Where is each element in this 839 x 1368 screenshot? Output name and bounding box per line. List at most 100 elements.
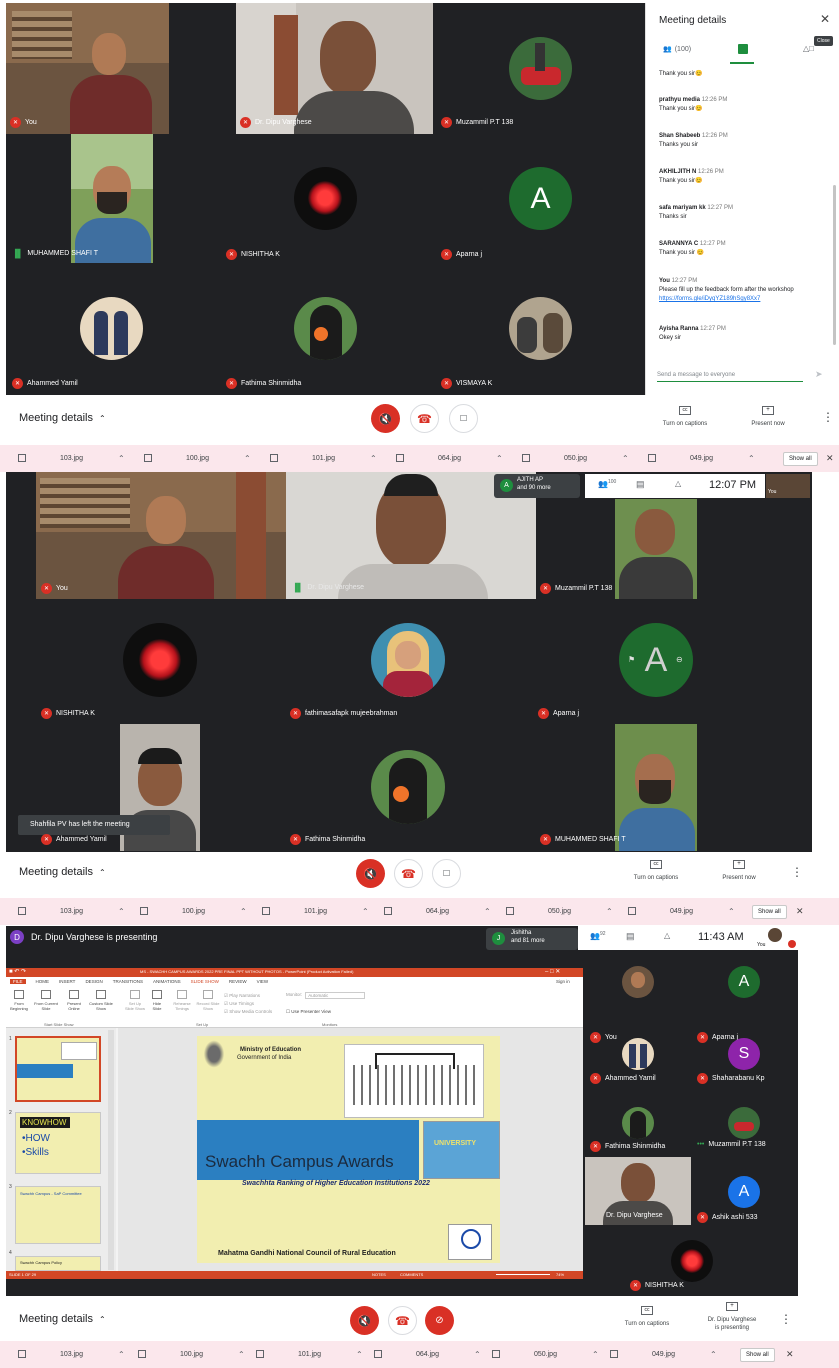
ppt-quick-access[interactable]: ■ ↶ ↷ [9,968,26,975]
chevron-up-icon[interactable]: ⌃ [484,907,491,916]
chevron-up-icon[interactable]: ⌃ [710,1350,717,1359]
people-tab[interactable]: 👥 (100) [663,45,691,54]
meeting-details-button[interactable]: Meeting details ⌃ [19,866,106,878]
mic-toggle-button[interactable]: 🔇 [356,859,385,888]
download-item[interactable]: 064.jpg ⌃ [384,907,496,916]
thumb-scrollbar[interactable] [108,1030,114,1270]
download-item[interactable]: 101.jpg ⌃ [256,1350,364,1359]
ppt-tab-animations[interactable]: ANIMATIONS [153,979,181,984]
download-item[interactable]: 049.jpg ⌃ [648,454,756,463]
chevron-up-icon[interactable]: ⌃ [362,907,369,916]
chat-tab[interactable] [738,44,748,54]
download-item[interactable]: 049.jpg ⌃ [628,907,740,916]
ppt-notes-button[interactable]: NOTES [372,1272,386,1277]
chevron-up-icon[interactable]: ⌃ [496,454,503,463]
chevron-up-icon[interactable]: ⌃ [238,1350,245,1359]
meeting-details-button[interactable]: Meeting details ⌃ [19,1313,106,1325]
ppt-comments-button[interactable]: COMMENTS [400,1272,423,1277]
chevron-up-icon[interactable]: ⌃ [370,454,377,463]
download-item[interactable]: 100.jpg ⌃ [140,907,252,916]
ribbon-rehearse[interactable]: Rehearse Timings [170,990,194,1011]
camera-toggle-button[interactable]: □ [432,859,461,888]
video-tile-you[interactable] [6,3,169,134]
ppt-window-controls[interactable]: – □ ✕ [545,968,560,975]
download-item[interactable]: 049.jpg ⌃ [610,1350,718,1359]
use-timings-checkbox[interactable]: ☑ Use Timings [224,1000,272,1008]
chevron-up-icon[interactable]: ⌃ [474,1350,481,1359]
chevron-up-icon[interactable]: ⌃ [356,1350,363,1359]
video-tile-shafi[interactable] [71,134,153,263]
people-button[interactable]: 👥100 [598,479,616,489]
video-tile-muzammil[interactable] [615,499,697,599]
chevron-up-icon[interactable]: ⌃ [118,1350,125,1359]
slide-thumbnail-3[interactable]: Swachh Campus - SaP Committee [15,1186,101,1244]
ppt-tab-file[interactable]: FILE [10,979,26,984]
send-icon[interactable]: ➤ [815,369,823,380]
close-downloads-icon[interactable]: ✕ [786,1349,794,1360]
ribbon-present-online[interactable]: Present Online [63,990,85,1011]
feedback-form-link[interactable]: https://forms.gle/iDyqYZ189hSgy8Xx7 [659,296,760,302]
people-button[interactable]: 👥92 [590,931,606,941]
chevron-up-icon[interactable]: ⌃ [728,907,735,916]
chat-icon[interactable]: ▤ [636,479,645,490]
chevron-up-icon[interactable]: ⌃ [118,454,125,463]
download-item[interactable]: 101.jpg ⌃ [270,454,378,463]
close-downloads-icon[interactable]: ✕ [826,453,834,464]
video-tile-shafi[interactable] [615,724,697,851]
chevron-up-icon[interactable]: ⌃ [622,454,629,463]
play-narrations-checkbox[interactable]: ☑ Play Narrations [224,992,272,1000]
more-options-icon[interactable]: ⋮ [780,1312,792,1326]
ppt-tab-slideshow[interactable]: SLIDE SHOW [191,979,219,984]
present-now-button[interactable]: + Present now [733,406,803,436]
mic-toggle-button[interactable]: 🔇 [350,1306,379,1335]
remove-icon[interactable]: ⊖ [676,655,683,664]
download-item[interactable]: 103.jpg ⌃ [18,454,126,463]
ppt-sign-in[interactable]: Sign in [556,979,570,984]
ppt-tab-review[interactable]: REVIEW [229,979,247,984]
show-all-button[interactable]: Show all [783,452,818,466]
activities-tab[interactable]: △□ [803,44,814,53]
ppt-tab-design[interactable]: DESIGN [85,979,102,984]
leave-call-button[interactable]: ☎ [394,859,423,888]
download-item[interactable]: 100.jpg ⌃ [138,1350,246,1359]
show-all-button[interactable]: Show all [752,905,787,919]
download-item[interactable]: 050.jpg ⌃ [522,454,630,463]
download-item[interactable]: 050.jpg ⌃ [506,907,618,916]
camera-toggle-button[interactable]: □ [449,404,478,433]
presenter-view-checkbox[interactable]: ☐ Use Presenter View [286,1009,331,1015]
camera-toggle-button[interactable]: ⊘ [425,1306,454,1335]
close-icon[interactable]: ✕ [820,12,830,26]
ppt-tab-view[interactable]: VIEW [257,979,269,984]
chat-icon[interactable]: ▤ [626,931,635,942]
leave-call-button[interactable]: ☎ [410,404,439,433]
show-all-button[interactable]: Show all [740,1348,775,1362]
ppt-tab-home[interactable]: HOME [36,979,50,984]
chevron-up-icon[interactable]: ⌃ [118,907,125,916]
captions-button[interactable]: cc Turn on captions [621,860,691,890]
captions-button[interactable]: cc Turn on captions [650,406,720,436]
slide-thumbnail-4[interactable]: Swachh Campus Policy [15,1256,101,1271]
video-tile-you[interactable] [36,472,286,599]
chevron-up-icon[interactable]: ⌃ [592,1350,599,1359]
chevron-up-icon[interactable]: ⌃ [606,907,613,916]
download-item[interactable]: 050.jpg ⌃ [492,1350,600,1359]
download-item[interactable]: 100.jpg ⌃ [144,454,252,463]
ribbon-from-beginning[interactable]: From Beginning [8,990,30,1011]
chevron-up-icon[interactable]: ⌃ [244,454,251,463]
chevron-up-icon[interactable]: ⌃ [748,454,755,463]
video-tile-dipu[interactable] [236,3,433,134]
ribbon-hide-slide[interactable]: Hide Slide [148,990,166,1011]
ribbon-custom-show[interactable]: Custom Slide Show [88,990,114,1011]
present-now-button[interactable]: + Present now [704,860,774,890]
activities-icon[interactable]: △ [675,479,681,488]
chevron-up-icon[interactable]: ⌃ [240,907,247,916]
chat-scrollbar[interactable] [833,185,836,345]
chat-input[interactable]: Send a message to everyone [657,372,803,382]
show-media-controls-checkbox[interactable]: ☑ Show Media Controls [224,1008,272,1016]
download-item[interactable]: 101.jpg ⌃ [262,907,374,916]
download-item[interactable]: 103.jpg ⌃ [18,1350,126,1359]
ppt-tab-transitions[interactable]: TRANSITIONS [113,979,143,984]
ribbon-setup-show[interactable]: Set Up Slide Show [124,990,146,1011]
slide-thumbnail-2[interactable]: KNOWHOW •HOW •Skills [15,1112,101,1174]
leave-call-button[interactable]: ☎ [388,1306,417,1335]
